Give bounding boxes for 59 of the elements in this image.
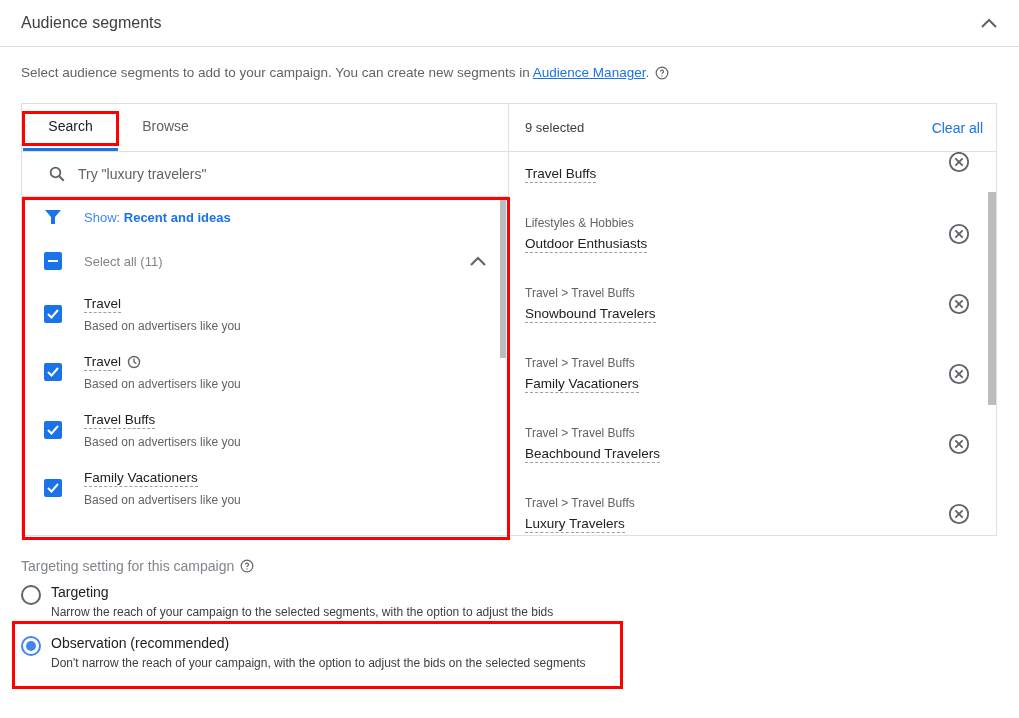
option-description: Narrow the reach of your campaign to the selected segments, with the option to adjust the bids <box>51 605 554 619</box>
segment-name: Travel <box>84 353 121 371</box>
remove-button[interactable] <box>948 363 970 385</box>
segment-path: Travel > Travel Buffs <box>525 355 636 370</box>
checkmark-icon <box>47 425 59 435</box>
help-icon[interactable] <box>655 65 670 80</box>
segment-name: Outdoor Enthusiasts <box>525 234 648 253</box>
segment-checkbox[interactable] <box>44 421 62 439</box>
filter-icon[interactable] <box>44 208 62 226</box>
segment-path: Travel > Travel Buffs <box>525 495 635 510</box>
clock-icon <box>127 355 141 369</box>
clear-all-button[interactable]: Clear all <box>931 119 983 136</box>
option-title: Targeting <box>51 584 110 600</box>
scrollbar[interactable] <box>988 192 996 405</box>
audience-manager-link[interactable]: Audience Manager <box>532 65 646 80</box>
remove-button[interactable] <box>948 223 970 245</box>
segment-note: Based on advertisers like you <box>84 493 241 507</box>
option-title: Observation (recommended) <box>51 635 231 651</box>
segment-name: Luxury Travelers <box>525 514 625 533</box>
checkmark-icon <box>47 483 59 493</box>
select-all-checkbox[interactable] <box>44 252 62 270</box>
filter-link[interactable]: Show: Recent and ideas <box>84 209 231 225</box>
segment-name: Family Vacationers <box>525 374 639 393</box>
segment-note: Based on advertisers like you <box>84 377 241 391</box>
remove-button[interactable] <box>948 503 970 525</box>
segment-checkbox[interactable] <box>44 479 62 497</box>
segment-name: Family Vacationers <box>84 469 198 487</box>
description-text: Select audience segments to add to your campaign. You can create new segments in Audience Manager. <box>21 65 650 80</box>
section-title: Audience segments <box>21 14 162 32</box>
segment-checkbox[interactable] <box>44 363 62 381</box>
segment-name: Travel Buffs <box>525 165 597 183</box>
segment-checkbox[interactable] <box>44 305 62 323</box>
checkmark-icon <box>47 309 59 319</box>
segment-note: Based on advertisers like you <box>84 319 241 333</box>
radio-button[interactable] <box>21 585 41 605</box>
collapse-chevron-icon[interactable] <box>470 256 486 266</box>
segment-path: Lifestyles & Hobbies <box>525 215 635 230</box>
help-icon[interactable] <box>240 559 255 573</box>
selected-count: 9 selected <box>525 120 585 135</box>
segment-name: Travel <box>84 295 121 313</box>
segment-path: Travel > Travel Buffs <box>525 425 636 440</box>
option-description: Don't narrow the reach of your campaign, with the option to adjust the bids on the selected segments <box>51 656 586 670</box>
select-all-label: Select all (11) <box>84 253 164 269</box>
minus-icon <box>48 260 58 262</box>
segment-path: Travel > Travel Buffs <box>525 285 636 300</box>
search-icon <box>48 165 66 183</box>
radio-button[interactable] <box>21 636 41 656</box>
targeting-label: Targeting setting for this campaign <box>21 558 235 574</box>
remove-button[interactable] <box>948 293 970 315</box>
segment-name: Travel Buffs <box>84 411 156 429</box>
collapse-chevron-icon[interactable] <box>981 18 997 28</box>
segment-note: Based on advertisers like you <box>84 435 241 449</box>
tab[interactable]: Browse <box>118 104 213 151</box>
scrollbar[interactable] <box>500 200 506 358</box>
remove-button[interactable] <box>948 433 970 455</box>
remove-button[interactable] <box>948 152 970 173</box>
segment-name: Beachbound Travelers <box>525 444 661 463</box>
checkmark-icon <box>47 367 59 377</box>
segment-name: Snowbound Travelers <box>525 304 656 323</box>
